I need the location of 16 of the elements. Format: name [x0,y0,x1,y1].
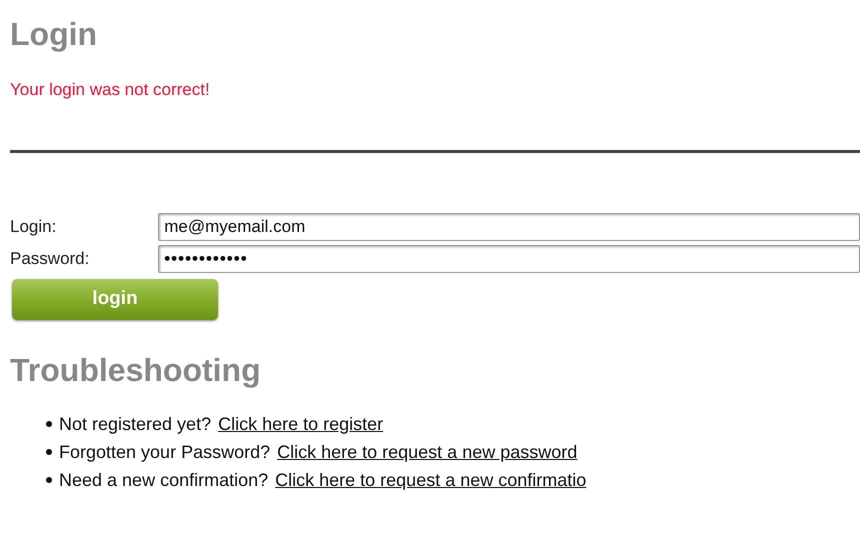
help-text: Forgotten your Password? [59,440,270,464]
error-message: Your login was not correct! [10,79,210,101]
field-label: Login: [10,216,58,238]
login-field[interactable]: me@myemail.com [158,213,860,241]
help-link[interactable]: Click here to request a new confirmatio [275,466,586,494]
field-label: Password: [10,248,90,270]
help-link[interactable]: Click here to register [218,410,384,438]
bullet-icon [46,421,52,427]
bullet-icon [46,449,52,455]
help-link[interactable]: Click here to request a new password [277,438,578,466]
help-text: Need a new confirmation? [59,468,268,492]
password-field[interactable]: •••••••••••• [158,245,860,273]
section-heading: Troubleshooting [10,351,261,390]
help-text: Not registered yet? [59,412,212,436]
page-heading: Login [10,15,98,54]
bullet-icon [46,477,52,483]
